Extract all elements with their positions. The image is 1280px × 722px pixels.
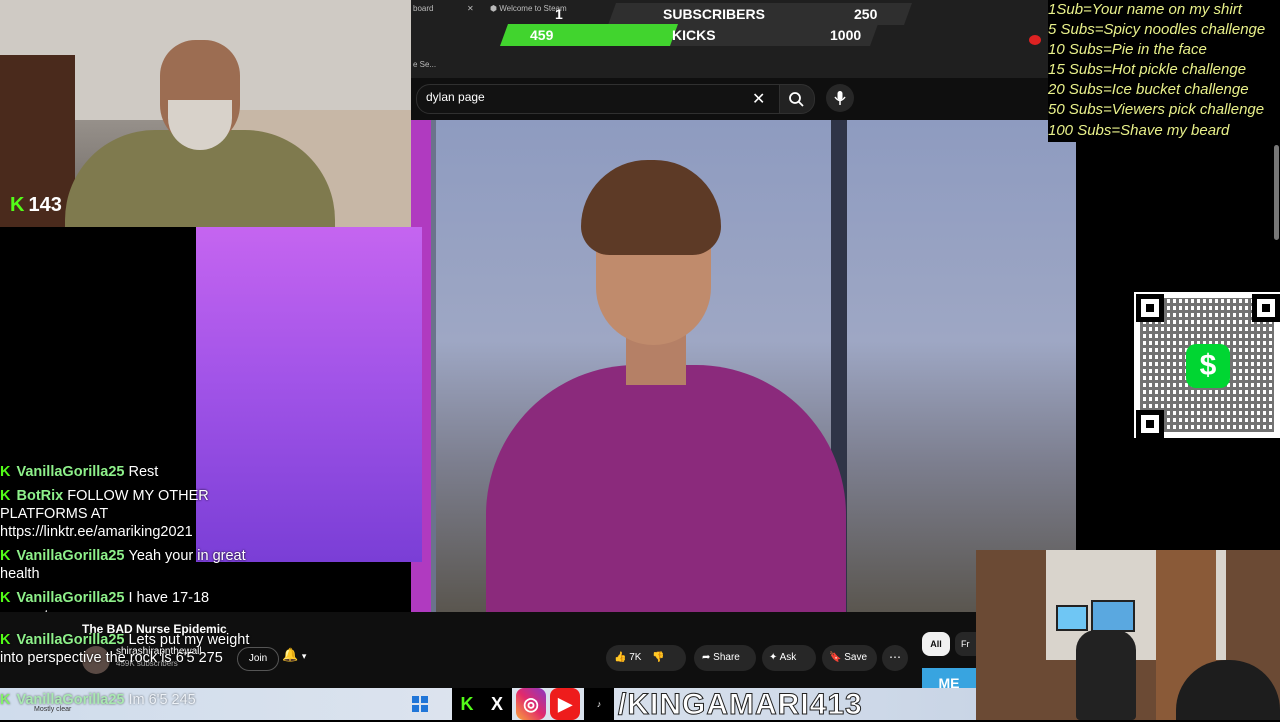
goal-item: 15 Subs=Hot pickle challenge	[1048, 61, 1247, 78]
chat-username: VanillaGorilla25	[16, 632, 125, 648]
kick-icon: K	[452, 688, 482, 720]
kick-logo-icon: K	[0, 488, 11, 504]
kicks-current: 459	[530, 27, 554, 43]
kicks-goal: 1000	[830, 27, 862, 43]
subscribers-goal: 250	[854, 6, 878, 22]
search-query: dylan page	[426, 90, 485, 104]
kick-logo-icon: K	[0, 548, 11, 564]
subscribers-current: 1	[555, 6, 563, 22]
chat-username: VanillaGorilla25	[16, 464, 125, 480]
thumbs-down-icon[interactable]: 👎	[644, 652, 664, 663]
kick-viewer-badge: K 143	[10, 194, 62, 217]
chat-message: K VanillaGorilla25 Yeah your in great heal…	[0, 547, 250, 583]
thumbs-up-icon: 👍	[614, 652, 627, 663]
goal-item: 50 Subs=Viewers pick challenge	[1048, 101, 1265, 118]
notification-bell-button[interactable]: 🔔 ▾	[282, 647, 326, 669]
x-twitter-icon: X	[482, 688, 512, 720]
share-icon: ➦	[702, 652, 711, 663]
ask-label: Ask	[779, 652, 797, 663]
chip-from[interactable]: Fr	[955, 632, 976, 656]
room-camera	[976, 550, 1280, 720]
chat-username: VanillaGorilla25	[16, 548, 125, 564]
browser-tab-1[interactable]: board	[413, 4, 433, 22]
chat-message: K VanillaGorilla25 Lets put my weight into…	[0, 631, 250, 667]
qr-finder	[1252, 294, 1280, 322]
recommended-thumbnail[interactable]: ME	[922, 668, 976, 691]
video-player[interactable]	[411, 120, 1076, 612]
share-button[interactable]: ➦ Share	[694, 645, 756, 671]
goal-item: 100 Subs=Shave my beard	[1048, 122, 1230, 139]
kicks-label: KICKS	[672, 27, 716, 43]
weather-status[interactable]: Mostly clear	[34, 706, 71, 713]
search-button[interactable]	[779, 84, 815, 114]
goal-item: 10 Subs=Pie in the face	[1048, 41, 1207, 58]
qr-finder	[1136, 294, 1164, 322]
streamer	[65, 40, 335, 227]
more-actions-button[interactable]: ⋯	[882, 645, 908, 671]
chip-all[interactable]: All	[922, 632, 950, 656]
bookmark-icon: 🔖	[829, 652, 842, 663]
qr-finder	[1136, 410, 1164, 438]
youtube-icon: ▶	[550, 688, 580, 720]
kicks-goal-fill	[499, 24, 678, 46]
kick-logo-icon: K	[0, 590, 11, 606]
kick-logo-icon: K	[0, 464, 11, 480]
kick-logo-icon: K	[10, 194, 25, 216]
close-tab-icon[interactable]: ✕	[467, 4, 474, 22]
chevron-down-icon: ▾	[301, 651, 307, 661]
chat-username: VanillaGorilla25	[16, 590, 125, 606]
chat-message: K VanillaGorilla25 Rest	[0, 463, 250, 481]
scrollbar[interactable]	[1274, 145, 1279, 240]
save-button[interactable]: 🔖 Save	[822, 645, 877, 671]
steam-icon: ⬢	[490, 4, 500, 13]
voice-search-button[interactable]	[826, 84, 854, 112]
save-label: Save	[844, 652, 868, 663]
chat-text: Rest	[128, 464, 159, 480]
search-icon	[789, 92, 804, 107]
goal-item: 5 Subs=Spicy noodles challenge	[1048, 21, 1266, 38]
chat-text: Im 6'5 245	[128, 692, 196, 708]
url-hint: e Se...	[413, 60, 437, 69]
instagram-icon: ◎	[516, 688, 546, 720]
chat-message: K BotRix FOLLOW MY OTHER PLATFORMS AT http…	[0, 487, 250, 541]
kick-logo-icon: K	[0, 692, 11, 708]
kick-viewer-count: 143	[28, 194, 62, 216]
goal-item: 20 Subs=Ice bucket challenge	[1048, 81, 1249, 98]
news-anchor	[486, 365, 846, 612]
share-label: Share	[713, 652, 740, 663]
windows-start-icon[interactable]	[412, 696, 428, 712]
chat-username: BotRix	[16, 488, 64, 504]
ask-button[interactable]: ✦ Ask	[762, 645, 816, 671]
kick-logo-icon: K	[0, 632, 11, 648]
subscribers-label: SUBSCRIBERS	[663, 6, 765, 22]
like-count: 7K	[629, 652, 642, 663]
like-dislike-buttons[interactable]: 👍 7K 👎	[606, 645, 686, 671]
bell-icon: 🔔	[282, 647, 299, 662]
record-indicator-icon	[1029, 35, 1041, 45]
streamer-handle: /KINGAMARI413	[618, 688, 863, 722]
cashapp-logo-icon: $	[1186, 344, 1230, 388]
sparkle-icon: ✦	[769, 652, 778, 663]
tiktok-icon: ♪	[584, 688, 614, 720]
clear-search-icon[interactable]: ✕	[752, 89, 765, 109]
microphone-icon	[834, 91, 846, 105]
goal-item: 1Sub=Your name on my shirt	[1048, 1, 1242, 18]
streamer-webcam	[0, 0, 411, 227]
join-button[interactable]: Join	[237, 647, 279, 671]
